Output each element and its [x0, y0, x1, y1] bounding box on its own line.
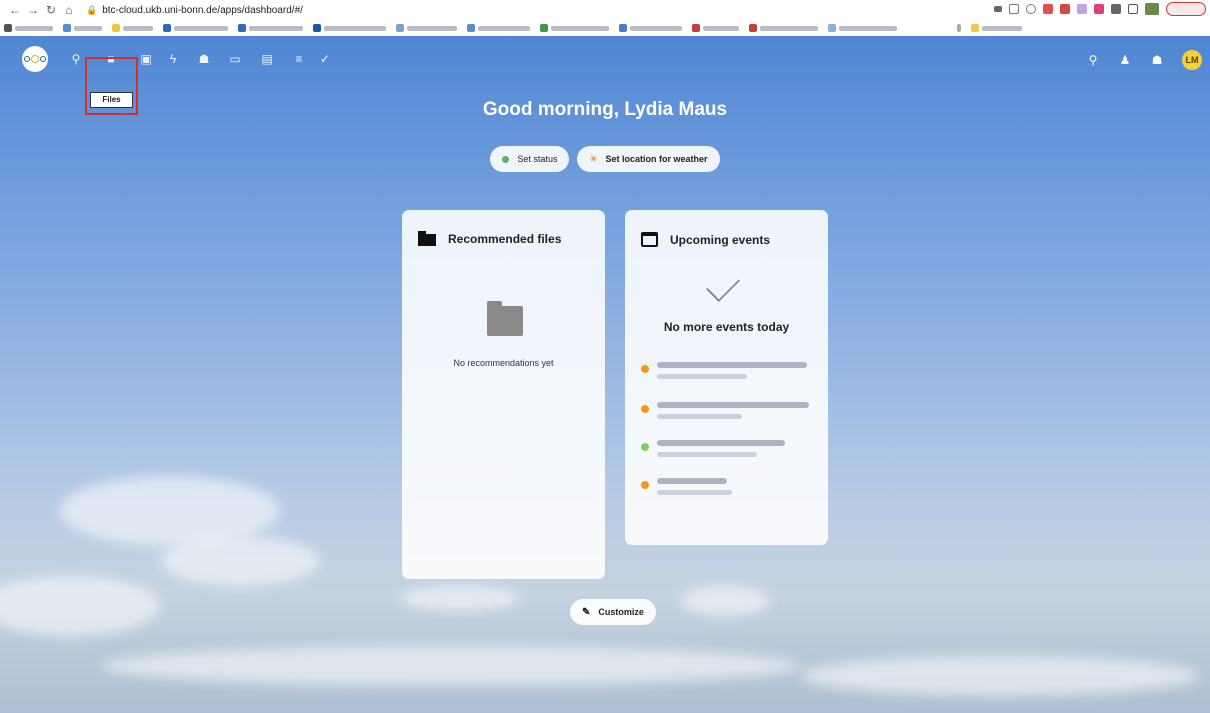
key-icon[interactable] — [994, 6, 1002, 12]
nextcloud-logo[interactable] — [22, 46, 48, 72]
event-color-icon — [641, 481, 649, 489]
bookmark-item[interactable] — [313, 24, 386, 32]
lock-icon: 🔒 — [86, 4, 98, 15]
cloud-decoration — [800, 656, 1200, 696]
pencil-icon: ✎ — [582, 606, 591, 618]
bookmark-item[interactable] — [540, 24, 609, 32]
event-color-icon — [641, 405, 649, 413]
upcoming-events-widget: Upcoming events No more events today — [625, 210, 828, 545]
bookmark-item[interactable] — [957, 24, 961, 32]
bookmark-item[interactable] — [4, 24, 53, 32]
cloud-decoration — [400, 586, 520, 611]
address-bar[interactable]: 🔒 btc-cloud.ukb.uni-bonn.de/apps/dashboa… — [86, 1, 986, 19]
event-color-icon — [641, 365, 649, 373]
share-icon[interactable] — [1009, 4, 1019, 14]
weather-button[interactable]: ☀ Set location for weather — [577, 146, 720, 172]
star-icon[interactable] — [1026, 4, 1036, 14]
checkmark-icon — [706, 268, 740, 302]
photos-icon[interactable]: ▣ — [139, 52, 153, 66]
redacted-event-text — [657, 362, 807, 385]
bookmark-item[interactable] — [396, 24, 457, 32]
profile-button[interactable] — [1166, 2, 1206, 16]
extension-icon[interactable] — [1111, 4, 1121, 14]
app-header: ⚲ ■ ▣ ϟ ☗ ▭ ▤ ≡ ✓ Files ⚲ ♟ ☗ LM — [0, 36, 1210, 115]
profile-icon[interactable] — [1145, 3, 1159, 15]
weather-icon: ☀ — [589, 153, 598, 164]
extension-icon[interactable] — [1060, 4, 1070, 14]
widget-header: Recommended files — [418, 231, 562, 246]
extension-icon[interactable] — [1043, 4, 1053, 14]
status-dot-icon — [502, 155, 510, 163]
deck-icon[interactable]: ▤ — [260, 52, 274, 66]
back-icon[interactable]: ← — [6, 3, 24, 17]
home-icon[interactable]: ⌂ — [60, 3, 78, 17]
calendar-icon — [641, 232, 658, 247]
set-status-label: Set status — [517, 154, 558, 164]
bookmark-item[interactable] — [112, 24, 153, 32]
event-item[interactable] — [641, 478, 732, 501]
dashboard-icon[interactable]: ⚲ — [69, 52, 83, 66]
bookmark-item[interactable] — [692, 24, 739, 32]
activity-icon[interactable]: ϟ — [166, 52, 180, 66]
extension-icon[interactable] — [1077, 4, 1087, 14]
weather-label: Set location for weather — [605, 154, 708, 164]
folder-icon — [418, 231, 436, 246]
widget-header: Upcoming events — [641, 232, 770, 247]
empty-state-text: No recommendations yet — [453, 358, 554, 368]
bookmark-item[interactable] — [467, 24, 530, 32]
redacted-event-text — [657, 440, 785, 463]
set-status-button[interactable]: Set status — [490, 146, 570, 172]
bookmark-item[interactable] — [749, 24, 818, 32]
customize-label: Customize — [598, 607, 644, 617]
forward-icon[interactable]: → — [24, 3, 42, 17]
tasks-icon[interactable]: ✓ — [318, 52, 332, 66]
cloud-decoration — [0, 576, 160, 636]
calendar-icon[interactable]: ▭ — [228, 52, 242, 66]
greeting-title: Good morning, Lydia Maus — [482, 99, 728, 120]
avatar[interactable]: LM — [1182, 50, 1202, 70]
contacts-menu-icon[interactable]: ☗ — [1150, 53, 1164, 67]
bookmark-item[interactable] — [619, 24, 682, 32]
empty-state-text: No more events today — [663, 320, 790, 334]
bookmark-item[interactable] — [971, 24, 1022, 32]
event-item[interactable] — [641, 440, 785, 463]
event-color-icon — [641, 443, 649, 451]
widget-title: Recommended files — [448, 232, 562, 246]
cloud-decoration — [680, 586, 770, 616]
extensions-area — [994, 2, 1206, 16]
recommended-files-widget: Recommended files No recommendations yet — [402, 210, 605, 579]
reload-icon[interactable]: ↻ — [42, 3, 60, 17]
bookmark-item[interactable] — [238, 24, 303, 32]
cloud-decoration — [100, 646, 800, 686]
cloud-decoration — [160, 536, 320, 586]
header-actions: ⚲ ♟ ☗ LM — [1086, 50, 1202, 70]
talk-icon[interactable]: ≡ — [292, 52, 306, 66]
notifications-icon[interactable]: ♟ — [1118, 53, 1132, 67]
search-icon[interactable]: ⚲ — [1086, 53, 1100, 67]
extension-icon[interactable] — [1094, 4, 1104, 14]
browser-toolbar: ← → ↻ ⌂ 🔒 btc-cloud.ukb.uni-bonn.de/apps… — [0, 0, 1210, 36]
contacts-icon[interactable]: ☗ — [197, 52, 211, 66]
event-item[interactable] — [641, 402, 809, 425]
empty-folder-icon — [487, 301, 523, 336]
extension-icon[interactable] — [1128, 4, 1138, 14]
redacted-event-text — [657, 478, 732, 501]
event-item[interactable] — [641, 362, 807, 385]
bookmark-item[interactable] — [163, 24, 228, 32]
customize-button[interactable]: ✎ Customize — [570, 599, 656, 625]
bookmark-item[interactable] — [828, 24, 897, 32]
status-bar: Set status ☀ Set location for weather — [0, 146, 1210, 172]
redacted-event-text — [657, 402, 809, 425]
url-text: btc-cloud.ukb.uni-bonn.de/apps/dashboard… — [102, 4, 303, 16]
bookmark-item[interactable] — [63, 24, 102, 32]
dashboard-background: ⚲ ■ ▣ ϟ ☗ ▭ ▤ ≡ ✓ Files ⚲ ♟ ☗ LM Good mo… — [0, 36, 1210, 713]
widget-title: Upcoming events — [670, 232, 771, 247]
bookmarks-bar — [0, 20, 1210, 36]
